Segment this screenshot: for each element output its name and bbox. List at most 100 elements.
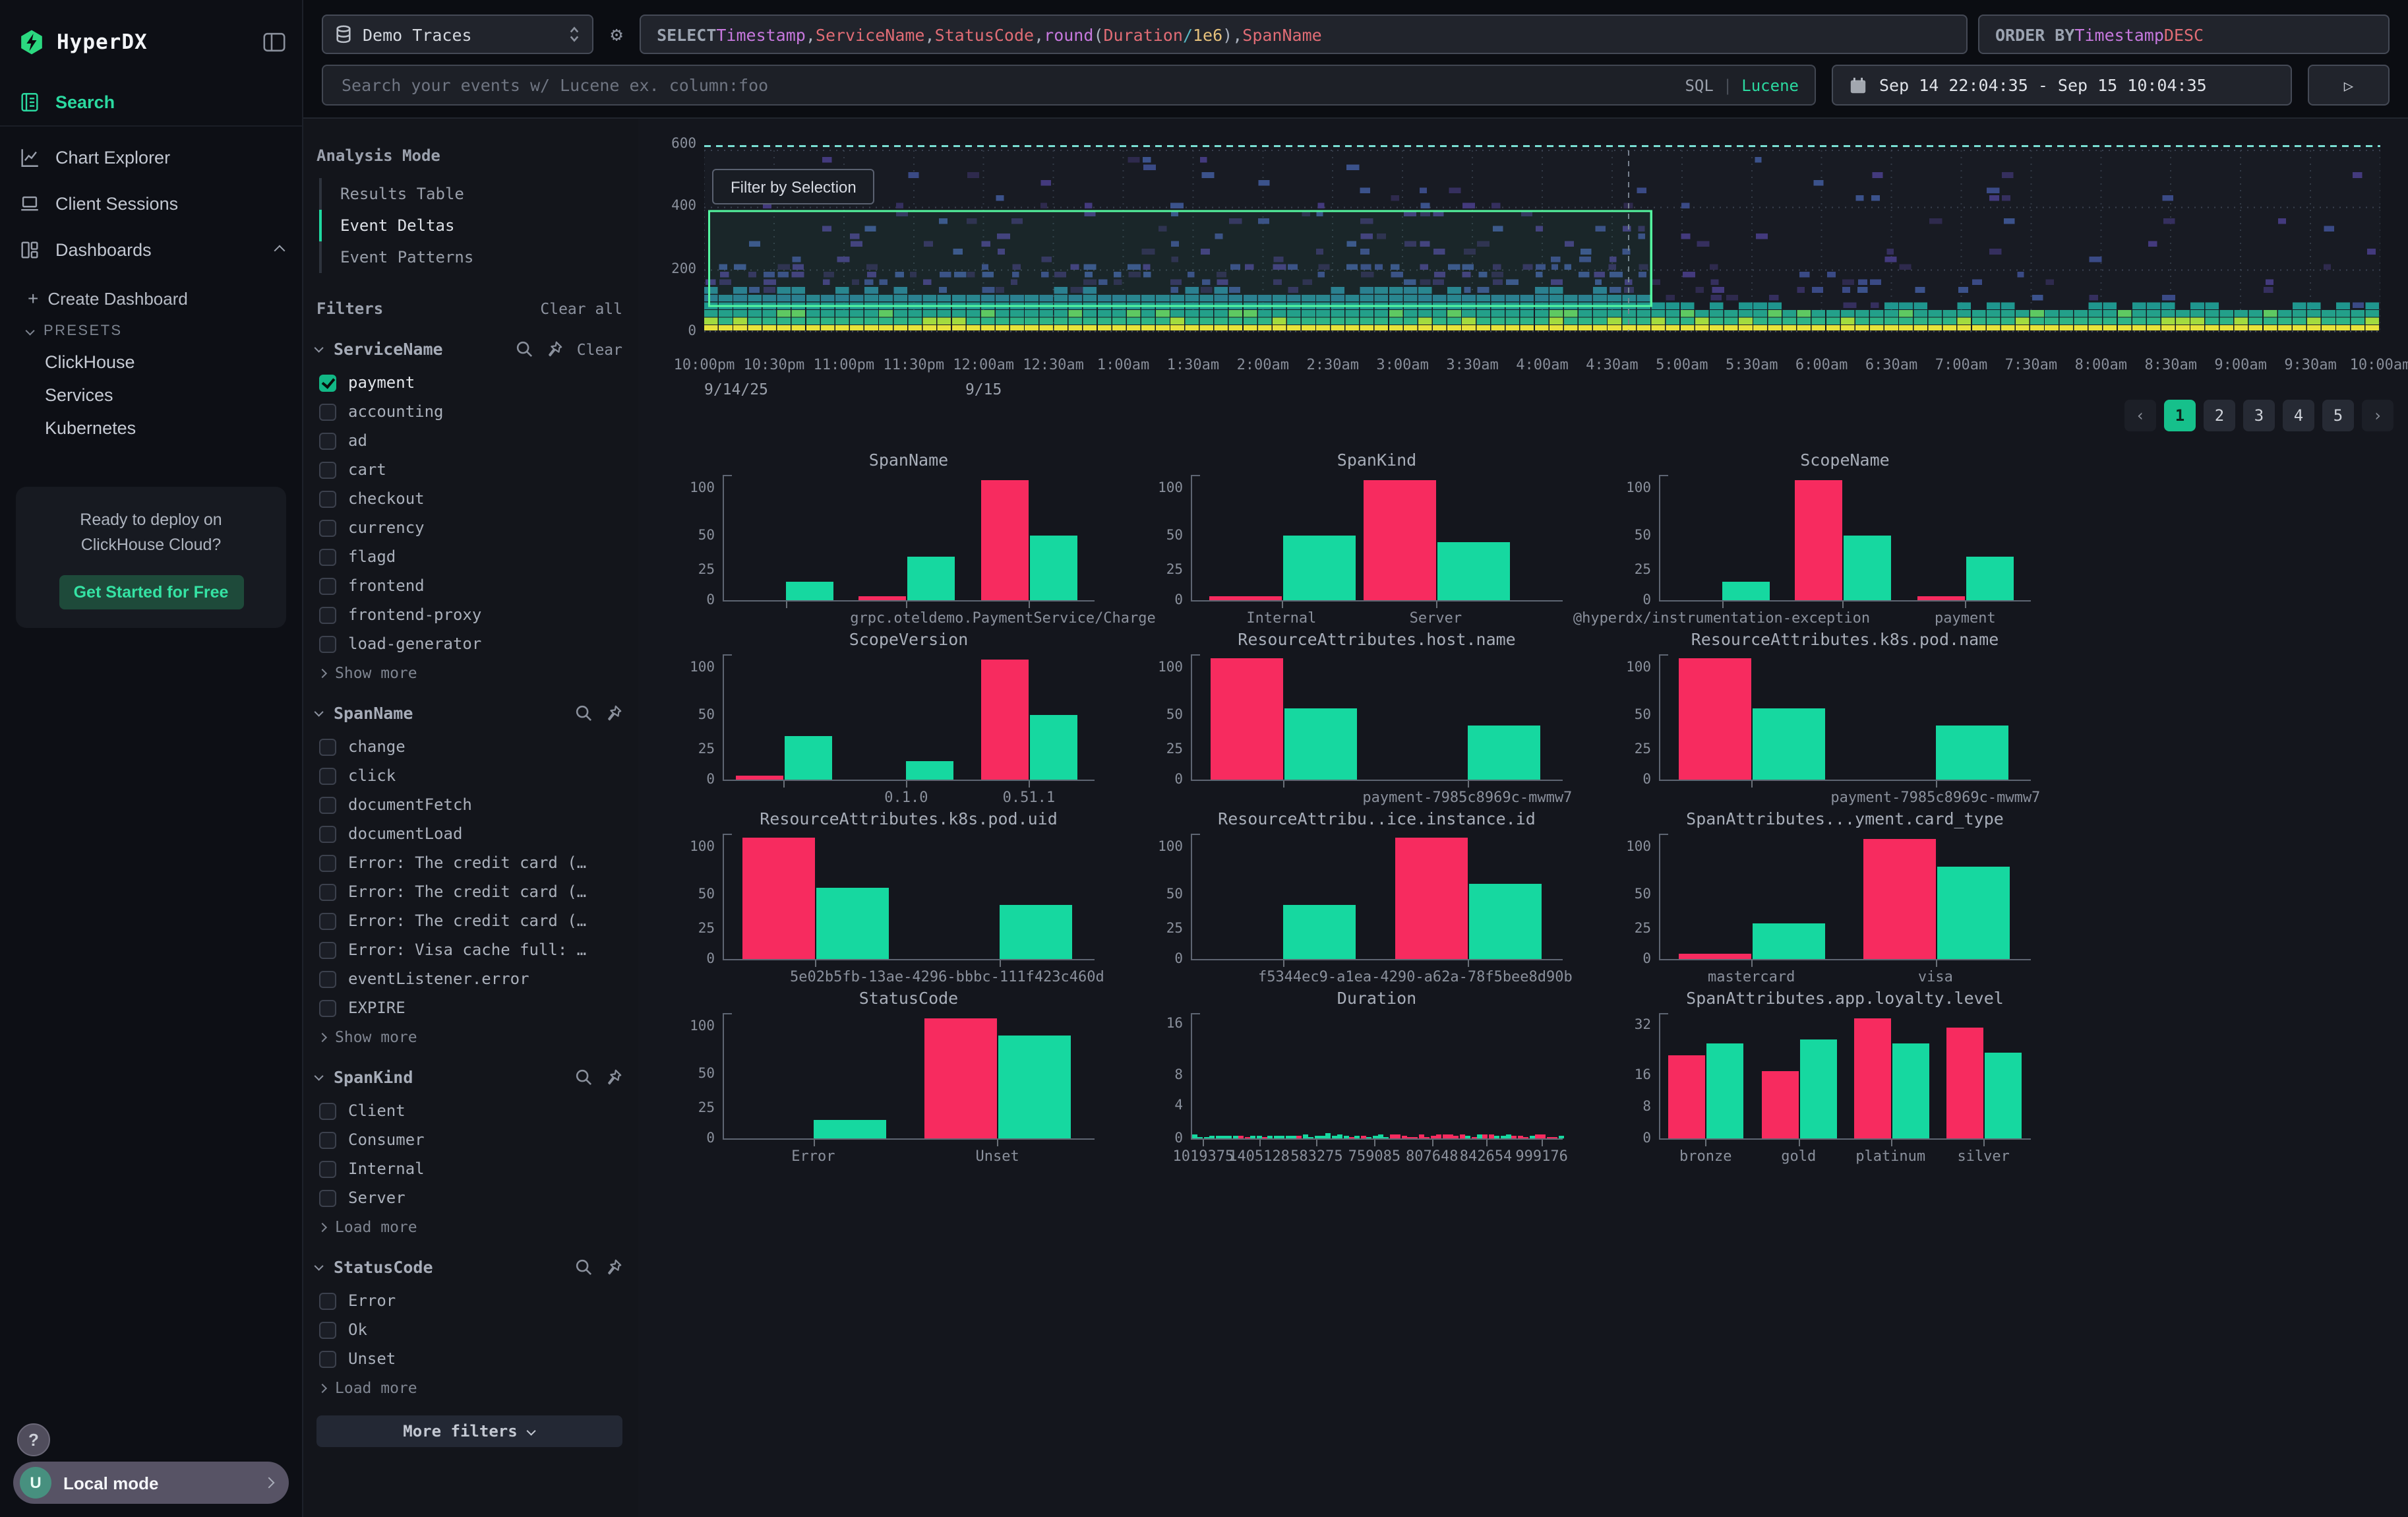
checkbox-unchecked[interactable] <box>319 403 336 420</box>
checkbox-unchecked[interactable] <box>319 461 336 478</box>
pin-icon[interactable] <box>605 704 622 722</box>
filter-group-name[interactable]: ServiceName <box>334 339 443 359</box>
pagination-page-3[interactable]: 3 <box>2243 400 2275 431</box>
date-range-picker[interactable]: Sep 14 22:04:35 - Sep 15 10:04:35 <box>1832 65 2292 106</box>
checkbox-unchecked[interactable] <box>319 1131 336 1148</box>
checkbox-unchecked[interactable] <box>319 1292 336 1309</box>
gear-icon[interactable]: ⚙ <box>604 22 629 46</box>
pagination-prev-button[interactable]: ‹ <box>2124 400 2156 431</box>
filter-checkbox-item[interactable]: frontend <box>316 571 622 600</box>
filter-group-name[interactable]: SpanKind <box>334 1067 413 1087</box>
checkbox-unchecked[interactable] <box>319 941 336 958</box>
heatmap-canvas[interactable] <box>704 145 2380 332</box>
filter-checkbox-item[interactable]: Error: The credit card (… <box>316 906 622 935</box>
filter-checkbox-item[interactable]: load-generator <box>316 629 622 658</box>
filter-checkbox-item[interactable]: eventListener.error <box>316 964 622 993</box>
checkbox-checked[interactable] <box>319 374 336 391</box>
pin-icon[interactable] <box>547 340 564 357</box>
checkbox-unchecked[interactable] <box>319 970 336 987</box>
sidebar-item-kubernetes[interactable]: Kubernetes <box>0 412 302 445</box>
filter-checkbox-item[interactable]: checkout <box>316 484 622 513</box>
clear-group-button[interactable]: Clear <box>577 340 622 358</box>
events-heatmap[interactable]: Filter by Selection 600400200010:00pm10:… <box>704 145 2380 332</box>
pagination-page-5[interactable]: 5 <box>2322 400 2354 431</box>
pagination-next-button[interactable]: › <box>2362 400 2393 431</box>
filter-checkbox-item[interactable]: Server <box>316 1183 622 1212</box>
filter-checkbox-item[interactable]: cart <box>316 455 622 484</box>
order-by-editor[interactable]: ORDER BY Timestamp DESC <box>1978 15 2390 54</box>
get-started-button[interactable]: Get Started for Free <box>59 575 243 609</box>
search-input[interactable] <box>339 74 1685 96</box>
filter-checkbox-item[interactable]: change <box>316 732 622 761</box>
analysis-mode-results-table[interactable]: Results Table <box>319 178 622 210</box>
filter-checkbox-item[interactable]: accounting <box>316 397 622 426</box>
checkbox-unchecked[interactable] <box>319 1160 336 1177</box>
run-query-button[interactable]: ▷ <box>2308 65 2390 106</box>
create-dashboard-button[interactable]: + Create Dashboard <box>0 281 302 315</box>
user-menu[interactable]: U Local mode <box>13 1462 289 1504</box>
pagination-page-4[interactable]: 4 <box>2283 400 2314 431</box>
sidebar-item-clickhouse[interactable]: ClickHouse <box>0 346 302 379</box>
analysis-mode-event-deltas[interactable]: Event Deltas <box>319 210 622 241</box>
toggle-sql[interactable]: SQL <box>1685 76 1713 94</box>
filter-checkbox-item[interactable]: flagd <box>316 542 622 571</box>
filter-checkbox-item[interactable]: click <box>316 761 622 790</box>
checkbox-unchecked[interactable] <box>319 548 336 565</box>
filter-group-name[interactable]: SpanName <box>334 703 413 723</box>
filter-checkbox-item[interactable]: Client <box>316 1096 622 1125</box>
filter-checkbox-item[interactable]: Internal <box>316 1154 622 1183</box>
pin-icon[interactable] <box>605 1068 622 1086</box>
checkbox-unchecked[interactable] <box>319 999 336 1016</box>
filter-checkbox-item[interactable]: ad <box>316 426 622 455</box>
search-icon[interactable] <box>575 704 592 722</box>
checkbox-unchecked[interactable] <box>319 1189 336 1206</box>
search-icon[interactable] <box>575 1068 592 1086</box>
filter-checkbox-item[interactable]: frontend-proxy <box>316 600 622 629</box>
search-icon[interactable] <box>516 340 533 357</box>
help-button[interactable]: ? <box>17 1423 50 1456</box>
checkbox-unchecked[interactable] <box>319 883 336 900</box>
presets-toggle[interactable]: PRESETS <box>0 315 302 346</box>
search-icon[interactable] <box>575 1258 592 1276</box>
checkbox-unchecked[interactable] <box>319 635 336 652</box>
load-more-button[interactable]: Load more <box>316 1373 622 1397</box>
filter-checkbox-item[interactable]: Error: Visa cache full: … <box>316 935 622 964</box>
more-filters-button[interactable]: More filters <box>316 1415 622 1447</box>
pin-icon[interactable] <box>605 1258 622 1276</box>
checkbox-unchecked[interactable] <box>319 912 336 929</box>
filter-checkbox-item[interactable]: Error: The credit card (… <box>316 848 622 877</box>
checkbox-unchecked[interactable] <box>319 796 336 813</box>
filter-checkbox-item[interactable]: Consumer <box>316 1125 622 1154</box>
checkbox-unchecked[interactable] <box>319 738 336 755</box>
checkbox-unchecked[interactable] <box>319 1321 336 1338</box>
pagination-page-2[interactable]: 2 <box>2204 400 2235 431</box>
checkbox-unchecked[interactable] <box>319 519 336 536</box>
sidebar-item-services[interactable]: Services <box>0 379 302 412</box>
sidebar-item-dashboards[interactable]: Dashboards <box>0 227 302 273</box>
checkbox-unchecked[interactable] <box>319 854 336 871</box>
toggle-lucene[interactable]: Lucene <box>1741 76 1799 94</box>
filter-checkbox-item[interactable]: Error <box>316 1286 622 1315</box>
checkbox-unchecked[interactable] <box>319 767 336 784</box>
filter-checkbox-item[interactable]: currency <box>316 513 622 542</box>
collapse-sidebar-icon[interactable] <box>262 32 286 53</box>
clear-all-button[interactable]: Clear all <box>540 299 622 318</box>
filter-checkbox-item[interactable]: EXPIRE <box>316 993 622 1022</box>
filter-checkbox-item[interactable]: Error: The credit card (… <box>316 877 622 906</box>
source-select[interactable]: Demo Traces <box>322 15 593 54</box>
filter-checkbox-item[interactable]: documentLoad <box>316 819 622 848</box>
filter-group-name[interactable]: StatusCode <box>334 1257 433 1277</box>
sidebar-item-search[interactable]: Search <box>0 79 302 125</box>
filter-checkbox-item[interactable]: payment <box>316 368 622 397</box>
checkbox-unchecked[interactable] <box>319 577 336 594</box>
filter-checkbox-item[interactable]: Unset <box>316 1344 622 1373</box>
checkbox-unchecked[interactable] <box>319 1102 336 1119</box>
analysis-mode-event-patterns[interactable]: Event Patterns <box>319 241 622 273</box>
sidebar-item-client-sessions[interactable]: Client Sessions <box>0 181 302 227</box>
checkbox-unchecked[interactable] <box>319 432 336 449</box>
checkbox-unchecked[interactable] <box>319 490 336 507</box>
filter-by-selection-button[interactable]: Filter by Selection <box>712 169 875 204</box>
filter-checkbox-item[interactable]: documentFetch <box>316 790 622 819</box>
load-more-button[interactable]: Load more <box>316 1212 622 1236</box>
checkbox-unchecked[interactable] <box>319 1350 336 1367</box>
